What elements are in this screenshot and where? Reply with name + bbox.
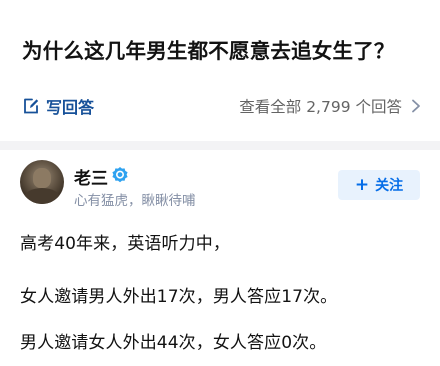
verified-badge-icon: [112, 167, 128, 183]
author-info: 老三 心有猛虎，瞅瞅待哺 + 关注: [0, 150, 440, 214]
answer-paragraph: 女人邀请男人外出17次，男人答应17次。: [20, 287, 338, 307]
author-headline: 心有猛虎，瞅瞅待哺: [74, 193, 196, 209]
plus-icon: +: [354, 174, 370, 195]
question-title[interactable]: 为什么这几年男生都不愿意去追女生了？: [22, 34, 395, 64]
write-answer-button[interactable]: 写回答: [22, 94, 94, 118]
answer-paragraph: 高考40年来，英语听力中，: [20, 234, 230, 254]
view-all-answers-link[interactable]: 查看全部 2,799 个回答: [239, 94, 422, 118]
zhihu-answer-page: 为什么这几年男生都不愿意去追女生了？ 写回答 查看全部 2,799 个回答 老三…: [0, 0, 440, 366]
answer-action-bar: 写回答 查看全部 2,799 个回答: [0, 84, 440, 128]
follow-button[interactable]: + 关注: [338, 170, 420, 200]
section-divider: [0, 141, 440, 150]
chevron-right-icon: [412, 99, 420, 113]
author-name[interactable]: 老三: [74, 164, 108, 189]
answer-paragraph: 男人邀请女人外出44次，女人答应0次。: [20, 333, 327, 353]
edit-icon: [24, 98, 39, 114]
avatar[interactable]: [20, 160, 64, 204]
follow-label: 关注: [375, 178, 404, 194]
view-all-answers-label: 查看全部 2,799 个回答: [239, 98, 402, 116]
write-answer-label: 写回答: [46, 98, 95, 117]
